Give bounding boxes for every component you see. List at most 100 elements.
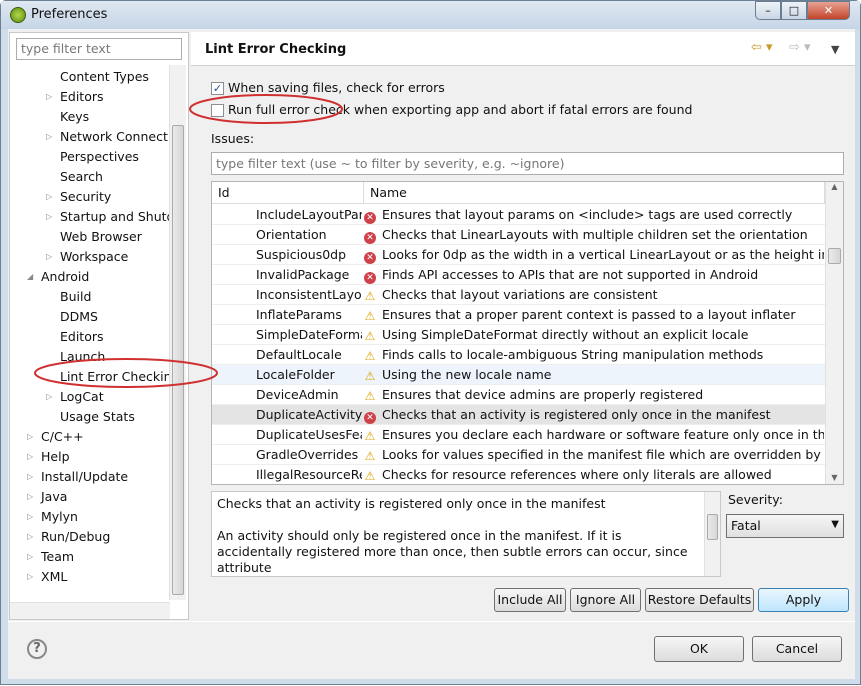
tree-item[interactable]: Launch [60,347,105,367]
expand-arrow-icon[interactable]: ▷ [27,452,33,461]
table-row[interactable]: Orientation ✕ Checks that LinearLayouts wi… [212,225,825,245]
apply-button[interactable]: Apply [758,588,849,612]
expand-arrow-icon[interactable]: ▷ [46,392,52,401]
tree-item[interactable]: XML [41,567,67,587]
scroll-up-icon[interactable]: ▲ [826,182,843,191]
tree-vertical-scrollbar[interactable] [169,65,186,600]
tree-item[interactable]: Lint Error Checking [60,367,170,387]
issue-name: ✕ Ensures that layout params on <include>… [364,205,824,225]
expand-arrow-icon[interactable]: ▷ [46,252,52,261]
tree-item[interactable]: Search [60,167,103,187]
table-row[interactable]: LocaleFolder ⚠ Using the new locale name [212,365,825,385]
issue-id: SimpleDateFormat [256,327,362,342]
table-row[interactable]: InvalidPackage ✕ Finds API accesses to API… [212,265,825,285]
tree-item[interactable]: C/C++ [41,427,84,447]
tree-item[interactable]: Workspace [60,247,128,267]
table-row[interactable]: DuplicateActivity ✕ Checks that an activit… [212,405,825,425]
close-button[interactable]: ✕ [807,1,850,20]
back-arrow-icon[interactable]: ⇦ ▾ [751,40,773,55]
issues-table: Id Name IncludeLayoutPara ✕ Ensures that l… [211,181,844,485]
table-row[interactable]: InconsistentLayout⚠ Checks that layout va… [212,285,825,305]
table-row[interactable]: DeviceAdmin ⚠ Ensures that device admins a… [212,385,825,405]
check-on-save-checkbox[interactable]: ✓ [211,82,224,95]
tree-item[interactable]: Install/Update [41,467,128,487]
tree-item[interactable]: Mylyn [41,507,78,527]
tree-horizontal-scrollbar[interactable] [10,602,170,619]
table-row[interactable]: InflateParams ⚠ Ensures that a proper pare… [212,305,825,325]
expand-arrow-icon[interactable]: ▷ [27,572,33,581]
full-check-export-checkbox[interactable] [211,104,224,117]
scroll-thumb[interactable] [828,248,841,264]
tree-item[interactable]: Startup and Shutd [60,207,170,227]
tree-item[interactable]: Keys [60,107,89,127]
scroll-thumb[interactable] [172,125,184,595]
lint-page: Lint Error Checking ⇦ ▾ ⇨ ▾ ▼ ✓ When sav… [191,32,855,620]
expand-arrow-icon[interactable]: ▷ [46,192,52,201]
tree-item[interactable]: Web Browser [60,227,142,247]
tree-item[interactable]: Help [41,447,70,467]
tree-item[interactable]: Java [41,487,67,507]
ok-button[interactable]: OK [654,636,744,662]
tree-item[interactable]: DDMS [60,307,98,327]
tree-filter-input[interactable]: type filter text [16,38,182,60]
tree-item[interactable]: Run/Debug [41,527,110,547]
cancel-button[interactable]: Cancel [752,636,842,662]
issue-name: ⚠ Ensures that a proper parent context is… [364,305,824,325]
view-menu-icon[interactable]: ▼ [831,43,839,56]
issue-id: InvalidPackage [256,267,350,282]
issues-filter-input[interactable]: type filter text (use ~ to filter by sev… [211,152,844,175]
table-row[interactable]: Suspicious0dp ✕ Looks for 0dp as the width… [212,245,825,265]
tree-item[interactable]: Network Connecti [60,127,170,147]
expand-arrow-icon[interactable]: ▷ [27,552,33,561]
tree-item[interactable]: Perspectives [60,147,139,167]
issue-id: IllegalResourceRef [256,467,362,482]
table-row[interactable]: SimpleDateFormat ⚠ Using SimpleDateFormat … [212,325,825,345]
expand-arrow-icon[interactable]: ▷ [27,532,33,541]
maximize-button[interactable]: □ [781,1,807,20]
expand-arrow-icon[interactable]: ▷ [27,512,33,521]
page-title: Lint Error Checking [205,42,347,57]
expand-arrow-icon[interactable]: ▷ [46,132,52,141]
column-header-id[interactable]: Id [212,182,364,204]
tree-item[interactable]: LogCat [60,387,104,407]
expand-arrow-icon[interactable]: ▷ [27,492,33,501]
forward-arrow-icon[interactable]: ⇨ ▾ [789,40,811,55]
scroll-down-icon[interactable]: ▼ [826,473,843,482]
table-row[interactable]: DefaultLocale ⚠ Finds calls to locale-ambi… [212,345,825,365]
table-row[interactable]: GradleOverrides ⚠ Looks for values specifi… [212,445,825,465]
preference-tree: Content Types ▷ Editors Keys ▷ Network Connec… [10,65,170,605]
tree-item[interactable]: Team [41,547,74,567]
scroll-thumb[interactable] [707,514,718,540]
issues-label: Issues: [211,131,255,146]
tree-item[interactable]: Editors [60,327,104,347]
expand-arrow-icon[interactable]: ▷ [27,432,33,441]
issues-scrollbar[interactable]: ▲ ▼ [825,182,843,484]
help-icon[interactable]: ? [27,639,47,659]
expand-arrow-icon[interactable]: ▷ [46,92,52,101]
table-row[interactable]: IllegalResourceRef ⚠ Checks for resource r… [212,465,825,484]
table-row[interactable]: IncludeLayoutPara ✕ Ensures that layout pa… [212,205,825,225]
ignore-all-button[interactable]: Ignore All [570,588,641,612]
collapse-arrow-icon[interactable]: ◢ [27,272,33,281]
minimize-button[interactable]: – [755,1,781,20]
tree-item[interactable]: Editors [60,87,104,107]
issue-name-text: Checks for resource references where onl… [382,467,772,482]
tree-item[interactable]: Security [60,187,111,207]
severity-select[interactable]: Fatal ▼ [726,514,844,538]
tree-item[interactable]: Content Types [60,67,149,87]
description-scrollbar[interactable] [704,492,720,576]
include-all-button[interactable]: Include All [494,588,566,612]
warning-icon: ⚠ [364,449,376,463]
tree-item[interactable]: Android [41,267,89,287]
expand-arrow-icon[interactable]: ▷ [46,212,52,221]
restore-defaults-button[interactable]: Restore Defaults [645,588,754,612]
column-header-name[interactable]: Name [364,182,825,204]
chevron-down-icon: ▼ [831,519,839,530]
issue-name-text: Finds calls to locale-ambiguous String m… [382,347,764,362]
tree-item[interactable]: Build [60,287,91,307]
tree-item[interactable]: Usage Stats [60,407,135,427]
error-icon: ✕ [364,212,376,224]
issue-id: IncludeLayoutPara [256,207,362,222]
expand-arrow-icon[interactable]: ▷ [27,472,33,481]
table-row[interactable]: DuplicateUsesFeat ⚠ Ensures you declare ea… [212,425,825,445]
